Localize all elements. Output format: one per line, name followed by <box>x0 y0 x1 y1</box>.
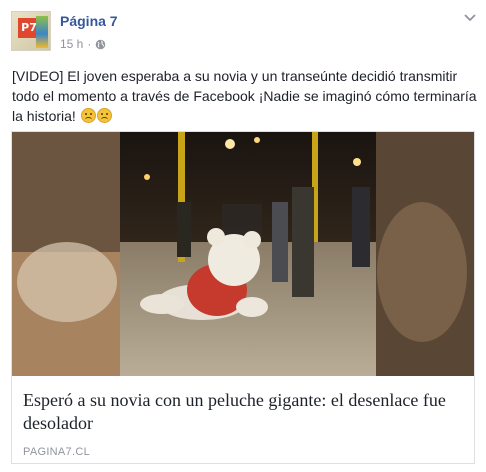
page-name-link[interactable]: Página 7 <box>60 13 118 29</box>
thumbnail-image <box>12 132 474 376</box>
post-timestamp[interactable]: 15 h <box>60 37 83 51</box>
link-preview-card[interactable]: Esperó a su novia con un peluche gigante… <box>11 131 475 464</box>
video-thumbnail[interactable] <box>12 132 474 376</box>
globe-icon[interactable] <box>95 39 106 50</box>
avatar-stripe <box>36 16 48 48</box>
chevron-down-icon[interactable] <box>464 14 476 22</box>
sad-face-emoji-2 <box>96 108 112 123</box>
page-avatar[interactable]: P7 <box>11 11 51 51</box>
link-domain: PAGINA7.CL <box>23 446 90 458</box>
meta-separator: · <box>87 37 92 51</box>
sad-face-emoji-1 <box>80 108 96 123</box>
post-meta: 15 h · <box>60 37 106 51</box>
facebook-post: P7 Página 7 15 h · [VIDEO] El joven espe… <box>0 0 486 472</box>
link-title[interactable]: Esperó a su novia con un peluche gigante… <box>23 389 463 435</box>
post-text: [VIDEO] El joven esperaba a su novia y u… <box>12 66 482 126</box>
